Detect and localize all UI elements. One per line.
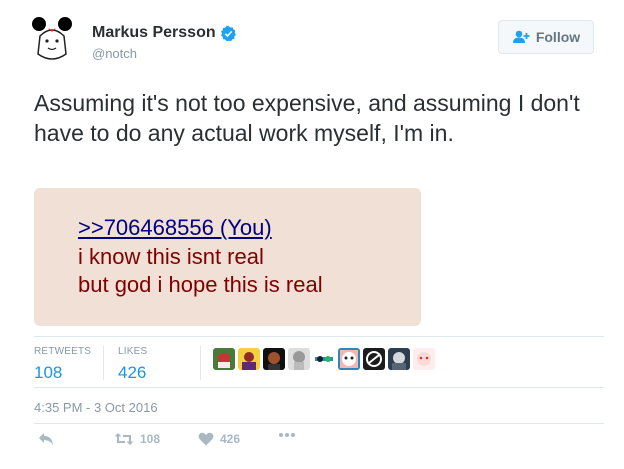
add-user-icon xyxy=(512,30,530,43)
follow-button-label: Follow xyxy=(535,29,581,45)
liker-avatar[interactable] xyxy=(238,348,260,370)
likes-count: 426 xyxy=(118,363,147,382)
user-handle[interactable]: @notch xyxy=(92,46,237,61)
reply-icon xyxy=(39,433,53,445)
heart-icon xyxy=(198,432,214,446)
retweets-count: 108 xyxy=(34,363,63,382)
retweet-icon xyxy=(114,433,134,445)
more-icon xyxy=(279,433,295,437)
retweets-label: RETWEETS xyxy=(34,346,92,357)
stat-separator xyxy=(200,346,201,380)
stat-separator xyxy=(103,346,104,380)
liker-avatar[interactable] xyxy=(313,348,335,370)
liker-avatar[interactable] xyxy=(388,348,410,370)
likes-label: LIKES xyxy=(118,346,148,357)
likes-stat[interactable]: LIKES 426 xyxy=(118,346,147,383)
liker-avatar[interactable] xyxy=(363,348,385,370)
divider xyxy=(34,423,604,424)
retweets-stat[interactable]: RETWEETS 108 xyxy=(34,346,91,383)
reply-button[interactable] xyxy=(38,432,54,446)
liker-avatar[interactable] xyxy=(413,348,435,370)
liker-avatar[interactable] xyxy=(213,348,235,370)
retweet-button[interactable]: 108 xyxy=(114,432,160,446)
tweet-text: Assuming it's not too expensive, and ass… xyxy=(34,90,580,146)
user-avatar[interactable] xyxy=(26,14,78,66)
tweet-header: Markus Persson @notch Follow xyxy=(26,12,606,72)
more-button[interactable] xyxy=(278,432,296,438)
liker-avatar[interactable] xyxy=(263,348,285,370)
verified-badge-icon xyxy=(220,25,237,42)
tweet-image[interactable]: >>706468556 (You) i know this isnt real … xyxy=(34,188,421,326)
tweet-timestamp[interactable]: 4:35 PM - 3 Oct 2016 xyxy=(34,400,158,415)
divider xyxy=(34,336,604,337)
divider xyxy=(34,387,604,388)
user-name[interactable]: Markus Persson xyxy=(92,24,216,42)
image-text-line-1: i know this isnt real xyxy=(78,244,264,269)
liker-avatars xyxy=(213,348,438,370)
post-reference-link: >>706468556 (You) xyxy=(78,215,272,240)
image-text-line-2: but god i hope this is real xyxy=(78,272,323,297)
liker-avatar[interactable] xyxy=(288,348,310,370)
retweet-count: 108 xyxy=(140,432,161,446)
liker-avatar[interactable] xyxy=(338,348,360,370)
follow-button[interactable]: Follow xyxy=(498,20,594,54)
like-button[interactable]: 426 xyxy=(198,432,240,446)
like-count: 426 xyxy=(220,432,241,446)
